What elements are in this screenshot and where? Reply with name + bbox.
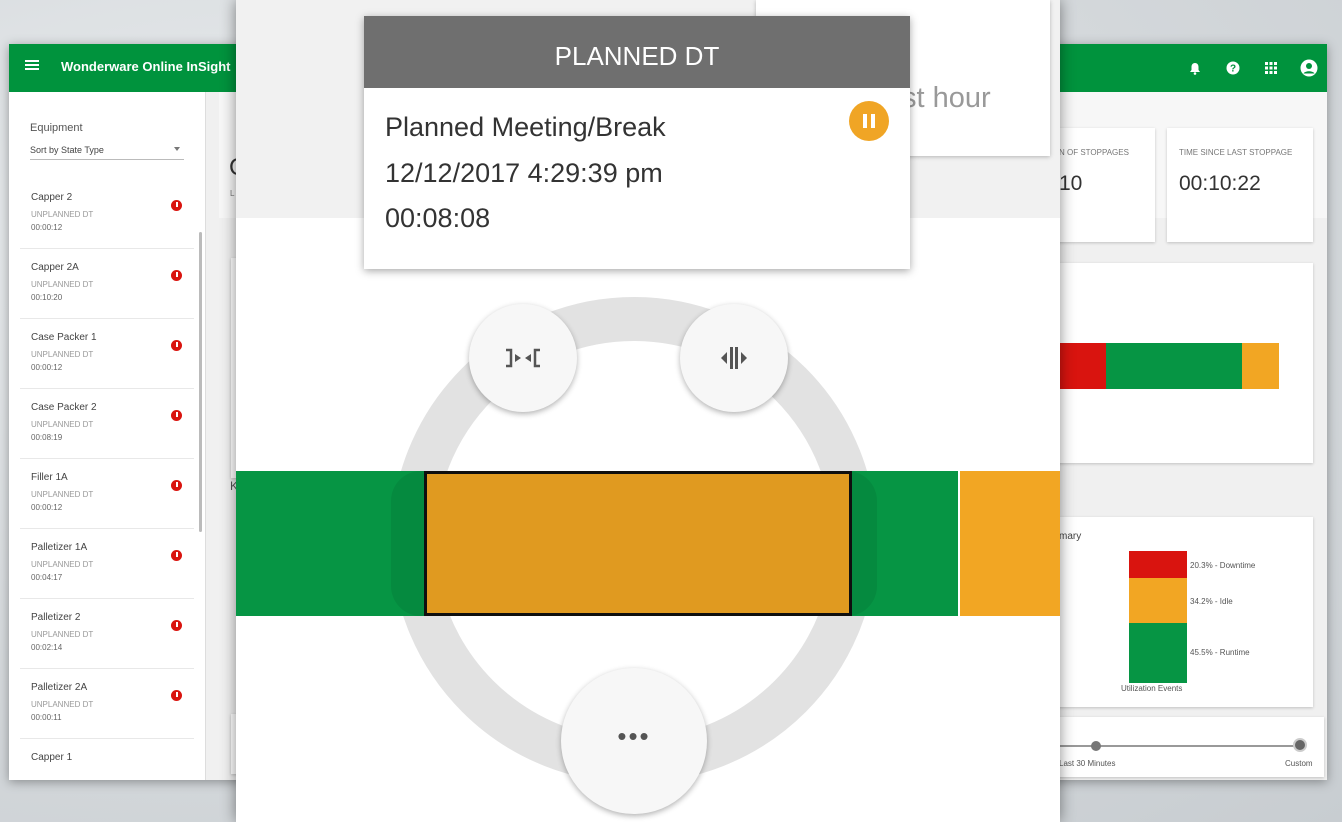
equipment-name: Palletizer 2 bbox=[31, 612, 81, 623]
state-duration: 00:08:08 bbox=[385, 203, 491, 233]
summary-caption: Utilization Events bbox=[1121, 684, 1183, 693]
equipment-state: UNPLANNED DT bbox=[31, 490, 94, 499]
runtime-label: 45.5% - Runtime bbox=[1190, 648, 1250, 657]
idle-bar bbox=[1129, 578, 1187, 623]
list-item[interactable]: Palletizer 2 UNPLANNED DT 00:02:14 bbox=[20, 599, 194, 669]
account-icon[interactable] bbox=[1297, 56, 1321, 80]
equipment-state: UNPLANNED DT bbox=[31, 560, 94, 569]
equipment-duration: 00:02:14 bbox=[31, 643, 63, 652]
bell-icon[interactable] bbox=[1183, 56, 1207, 80]
help-icon[interactable]: ? bbox=[1221, 56, 1245, 80]
list-item[interactable]: Case Packer 1 UNPLANNED DT 00:00:12 bbox=[20, 319, 194, 389]
equipment-duration: 00:00:12 bbox=[31, 503, 63, 512]
more-options-button[interactable]: ••• bbox=[561, 668, 707, 814]
timeline-segment-downtime bbox=[1059, 343, 1106, 389]
alert-icon bbox=[171, 690, 182, 701]
slider-label-custom: Custom bbox=[1285, 759, 1313, 768]
alert-icon bbox=[171, 620, 182, 631]
state-timestamp: 12/12/2017 4:29:39 pm bbox=[385, 158, 663, 188]
popup-title: PLANNED DT bbox=[554, 41, 720, 71]
kpi-card-time-since: TIME SINCE LAST STOPPAGE 00:10:22 bbox=[1167, 128, 1313, 242]
slider-label-30min: Last 30 Minutes bbox=[1059, 759, 1116, 768]
split-icon bbox=[721, 347, 747, 369]
equipment-name: Case Packer 1 bbox=[31, 332, 97, 343]
list-item[interactable]: Case Packer 2 UNPLANNED DT 00:08:19 bbox=[20, 389, 194, 459]
state-reason: Planned Meeting/Break bbox=[385, 112, 666, 142]
timeline-segment-idle bbox=[1242, 343, 1279, 389]
equipment-state: UNPLANNED DT bbox=[31, 280, 94, 289]
menu-icon[interactable] bbox=[25, 58, 39, 72]
list-item[interactable]: Palletizer 2A UNPLANNED DT 00:00:11 bbox=[20, 669, 194, 739]
kpi-value: 10 bbox=[1059, 172, 1083, 195]
alert-icon bbox=[171, 480, 182, 491]
equipment-name: Palletizer 2A bbox=[31, 682, 88, 693]
sidebar-scrollbar[interactable] bbox=[199, 232, 202, 532]
list-item[interactable]: Capper 1 bbox=[20, 739, 194, 780]
equipment-state: UNPLANNED DT bbox=[31, 420, 94, 429]
popup-header: PLANNED DT bbox=[364, 16, 910, 88]
equipment-duration: 00:00:11 bbox=[31, 713, 62, 722]
runtime-bar bbox=[1129, 623, 1187, 683]
equipment-sidebar: Equipment Sort by State Type Capper 2 UN… bbox=[9, 92, 206, 780]
svg-text:?: ? bbox=[1230, 64, 1236, 75]
merge-icon bbox=[506, 348, 540, 368]
kpi-title: TIME SINCE LAST STOPPAGE bbox=[1179, 148, 1293, 157]
equipment-name: Filler 1A bbox=[31, 472, 68, 483]
equipment-state: UNPLANNED DT bbox=[31, 630, 94, 639]
timeline-segment-runtime-right[interactable] bbox=[852, 471, 958, 616]
selected-state-segment[interactable] bbox=[424, 471, 852, 616]
equipment-name: Capper 2 bbox=[31, 192, 73, 203]
chevron-down-icon bbox=[174, 147, 180, 151]
slider-stop-custom[interactable] bbox=[1293, 738, 1307, 752]
kpi-value: 00:10:22 bbox=[1179, 172, 1261, 195]
equipment-name: Capper 1 bbox=[31, 752, 73, 763]
list-item[interactable]: Capper 2A UNPLANNED DT 00:10:20 bbox=[20, 249, 194, 319]
equipment-label: Equipment bbox=[30, 122, 83, 134]
partial-subheading: L bbox=[230, 189, 235, 198]
alert-icon bbox=[171, 200, 182, 211]
more-options-icon: ••• bbox=[617, 721, 651, 751]
downtime-label: 20.3% - Downtime bbox=[1190, 561, 1256, 570]
equipment-state: UNPLANNED DT bbox=[31, 210, 94, 219]
alert-icon bbox=[171, 340, 182, 351]
equipment-duration: 00:04:17 bbox=[31, 573, 63, 582]
timeline-segment-runtime bbox=[1106, 343, 1242, 389]
top-bar-icons: ? bbox=[1169, 56, 1321, 80]
equipment-name: Palletizer 1A bbox=[31, 542, 88, 553]
equipment-state: UNPLANNED DT bbox=[31, 700, 94, 709]
merge-button[interactable] bbox=[469, 304, 577, 412]
equipment-name: Case Packer 2 bbox=[31, 402, 97, 413]
timeline-segment-runtime-left[interactable] bbox=[236, 471, 424, 616]
sort-select[interactable]: Sort by State Type bbox=[30, 139, 184, 160]
idle-label: 34.2% - Idle bbox=[1190, 597, 1233, 606]
equipment-name: Capper 2A bbox=[31, 262, 79, 273]
apps-grid-icon[interactable] bbox=[1259, 56, 1283, 80]
split-button[interactable] bbox=[680, 304, 788, 412]
app-title: Wonderware Online InSight bbox=[61, 59, 231, 74]
pause-icon[interactable] bbox=[849, 101, 889, 141]
background-card-text: st hour bbox=[902, 82, 991, 114]
downtime-bar bbox=[1129, 551, 1187, 578]
state-timeline-bar[interactable] bbox=[1059, 343, 1289, 389]
alert-icon bbox=[171, 410, 182, 421]
list-item[interactable]: Filler 1A UNPLANNED DT 00:00:12 bbox=[20, 459, 194, 529]
timeline-segment-idle-right[interactable] bbox=[960, 471, 1060, 616]
equipment-list: Capper 2 UNPLANNED DT 00:00:12 Capper 2A… bbox=[20, 179, 194, 780]
alert-icon bbox=[171, 550, 182, 561]
sort-select-value: Sort by State Type bbox=[30, 145, 104, 155]
kpi-title: N OF STOPPAGES bbox=[1059, 148, 1129, 157]
equipment-duration: 00:00:12 bbox=[31, 223, 63, 232]
list-item[interactable]: Capper 2 UNPLANNED DT 00:00:12 bbox=[20, 179, 194, 249]
equipment-duration: 00:10:20 bbox=[31, 293, 63, 302]
list-item[interactable]: Palletizer 1A UNPLANNED DT 00:04:17 bbox=[20, 529, 194, 599]
equipment-state: UNPLANNED DT bbox=[31, 350, 94, 359]
state-detail-popup: PLANNED DT Planned Meeting/Break 12/12/2… bbox=[364, 16, 910, 269]
summary-title: mary bbox=[1059, 531, 1082, 542]
alert-icon bbox=[171, 270, 182, 281]
equipment-duration: 00:08:19 bbox=[31, 433, 63, 442]
equipment-duration: 00:00:12 bbox=[31, 363, 63, 372]
slider-stop-30min[interactable] bbox=[1091, 741, 1101, 751]
